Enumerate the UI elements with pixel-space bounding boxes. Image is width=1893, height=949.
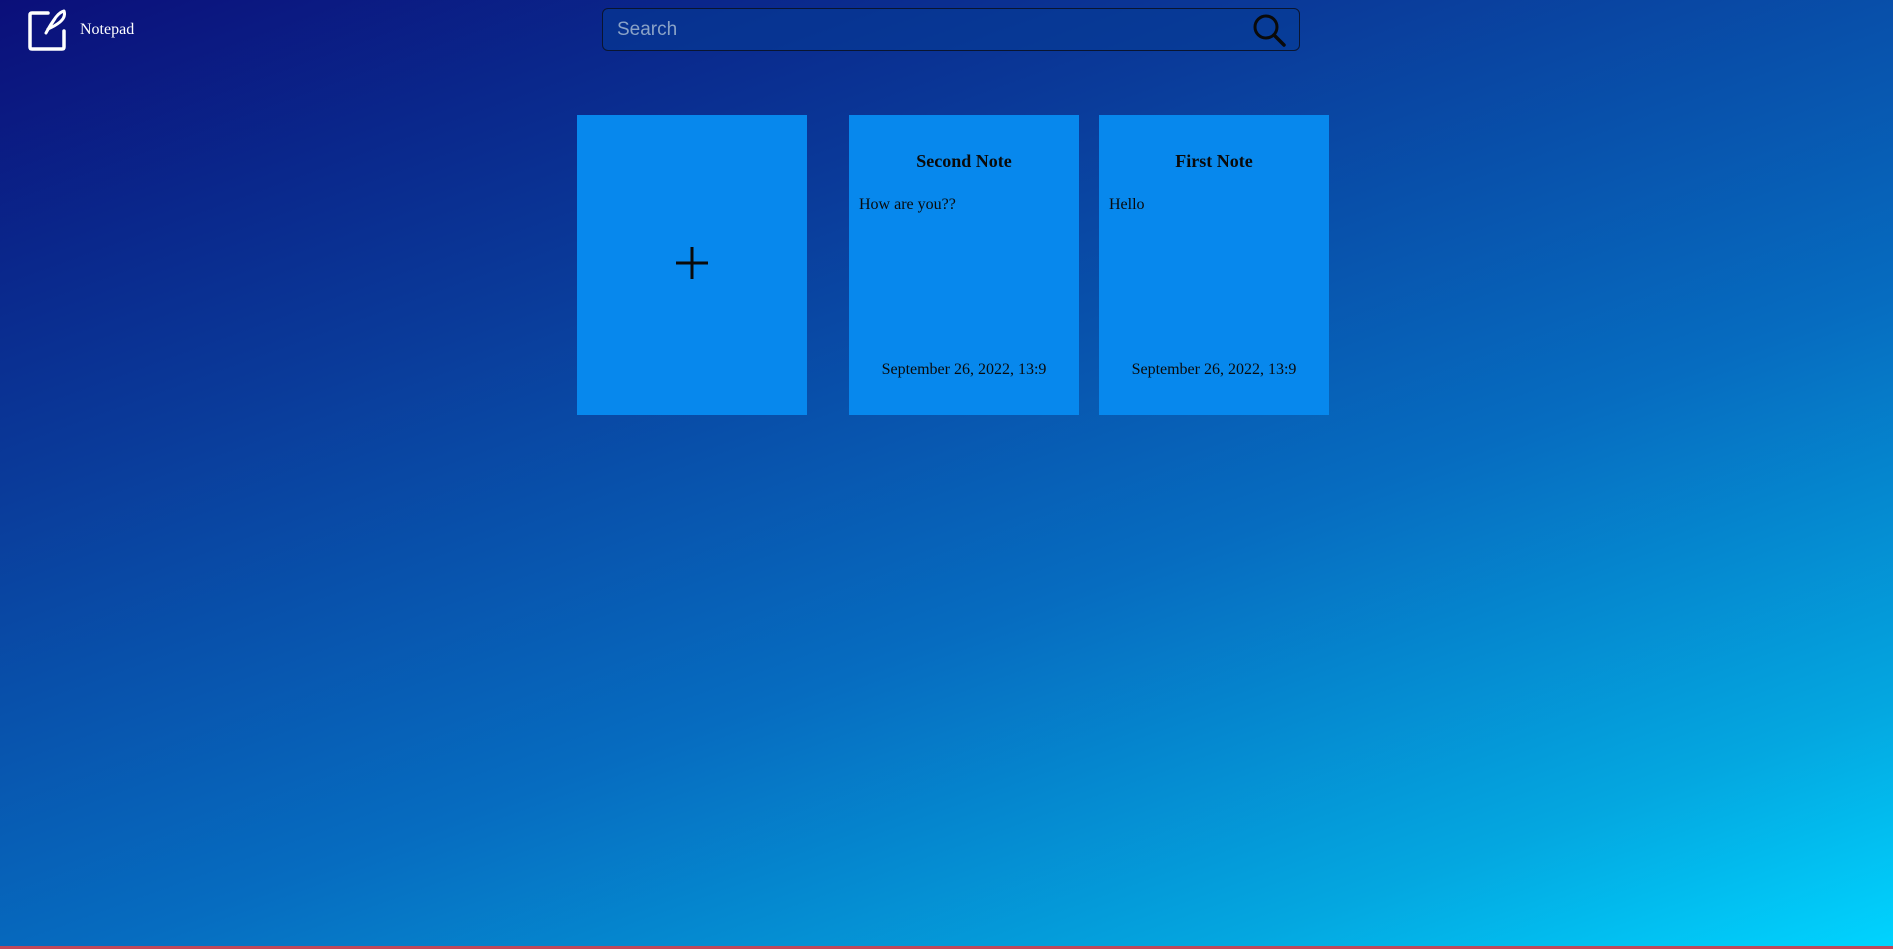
app-title: Notepad <box>80 21 135 38</box>
note-title: First Note <box>1175 151 1253 171</box>
note-body: How are you?? <box>859 196 956 213</box>
search-icon[interactable] <box>1249 10 1289 50</box>
note-title: Second Note <box>916 151 1012 171</box>
app-root: Notepad Second Note How are you?? Septem… <box>0 0 1893 946</box>
search-input[interactable] <box>603 9 1249 50</box>
note-date: September 26, 2022, 13:9 <box>881 361 1047 378</box>
note-edit-icon[interactable] <box>26 9 66 51</box>
note-date: September 26, 2022, 13:9 <box>1131 361 1297 378</box>
plus-icon <box>674 245 710 286</box>
note-card[interactable]: First Note Hello September 26, 2022, 13:… <box>1099 115 1329 415</box>
note-card[interactable]: Second Note How are you?? September 26, … <box>849 115 1079 415</box>
add-note-button[interactable] <box>577 115 807 415</box>
note-body: Hello <box>1109 196 1145 213</box>
search-bar <box>602 8 1300 51</box>
app-header: Notepad <box>26 9 134 51</box>
